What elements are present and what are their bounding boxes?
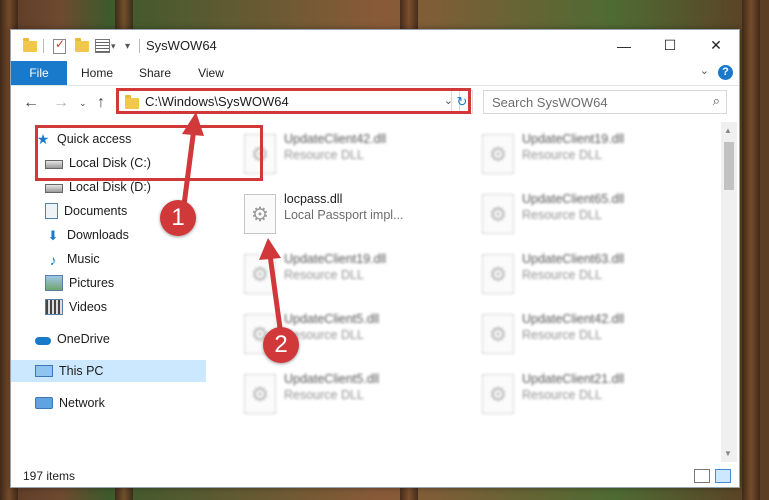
- annotation-badge-1: 1: [160, 200, 196, 236]
- annotation-arrow-2: [267, 254, 283, 329]
- annotation-arrow-1: [181, 127, 197, 206]
- annotation-arrowhead-1: [182, 112, 204, 136]
- annotation-arrows: [181, 112, 283, 329]
- annotation-badge-2: 2: [263, 327, 299, 363]
- annotation-arrowhead-2: [259, 238, 281, 260]
